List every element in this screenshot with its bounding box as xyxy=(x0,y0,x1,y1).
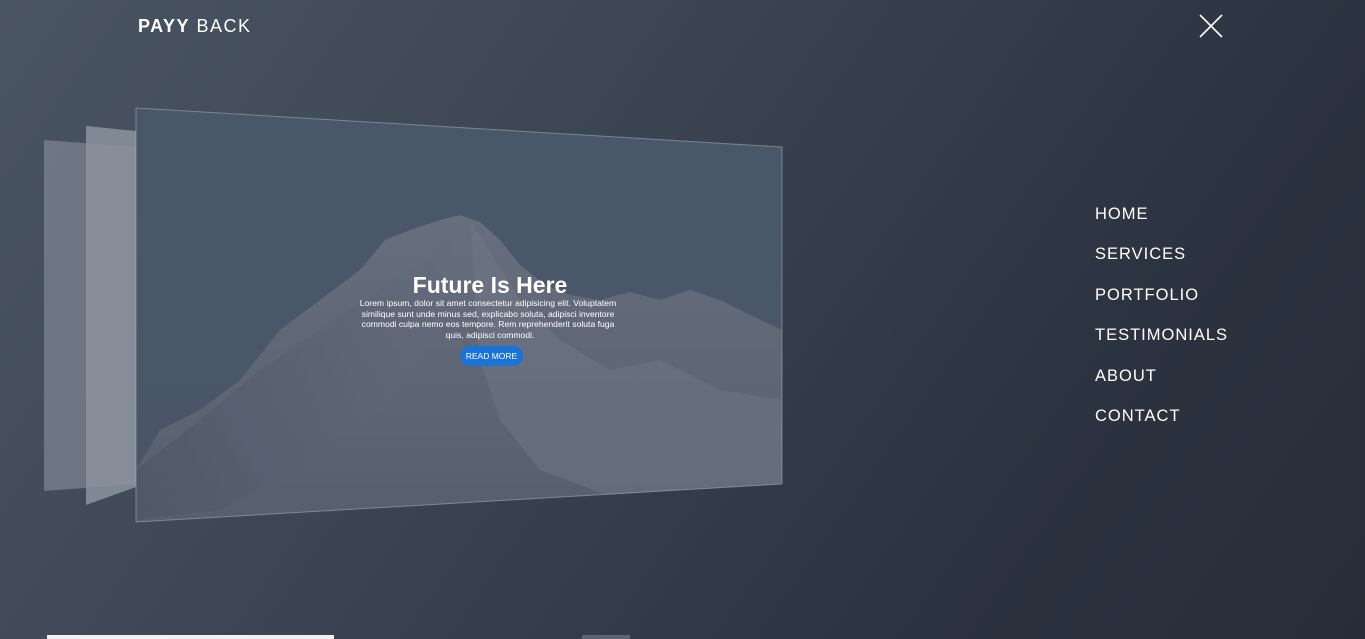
nav-item-about[interactable]: ABOUT xyxy=(1095,365,1228,405)
read-more-button[interactable]: READ MORE xyxy=(460,346,523,366)
back-slide-near xyxy=(86,126,136,505)
close-icon xyxy=(1199,14,1223,38)
nav-item-testimonials[interactable]: TESTIMONIALS xyxy=(1095,324,1228,364)
slide-text-line: Lorem ipsum, dolor sit amet consectetur … xyxy=(360,298,617,308)
main-nav: HOME SERVICES PORTFOLIO TESTIMONIALS ABO… xyxy=(1095,203,1228,445)
slide-title: Future Is Here xyxy=(413,272,568,298)
nav-item-home[interactable]: HOME xyxy=(1095,203,1228,243)
close-menu-button[interactable] xyxy=(1197,12,1225,40)
nav-item-contact[interactable]: CONTACT xyxy=(1095,405,1228,445)
scroll-indicator xyxy=(47,635,334,639)
read-more-label: READ MORE xyxy=(466,351,518,361)
slide-stack: Future Is Here Lorem ipsum, dolor sit am… xyxy=(44,107,783,523)
slide-text-line: quis, adipisci commodi. xyxy=(446,330,535,340)
nav-item-services[interactable]: SERVICES xyxy=(1095,243,1228,283)
slide-text-line: similique sunt unde minus sed, explicabo… xyxy=(362,309,615,319)
nav-item-portfolio[interactable]: PORTFOLIO xyxy=(1095,284,1228,324)
scroll-indicator-secondary xyxy=(582,635,630,639)
slide-text-line: commodi culpa nemo eos tempore. Rem repr… xyxy=(362,319,615,329)
